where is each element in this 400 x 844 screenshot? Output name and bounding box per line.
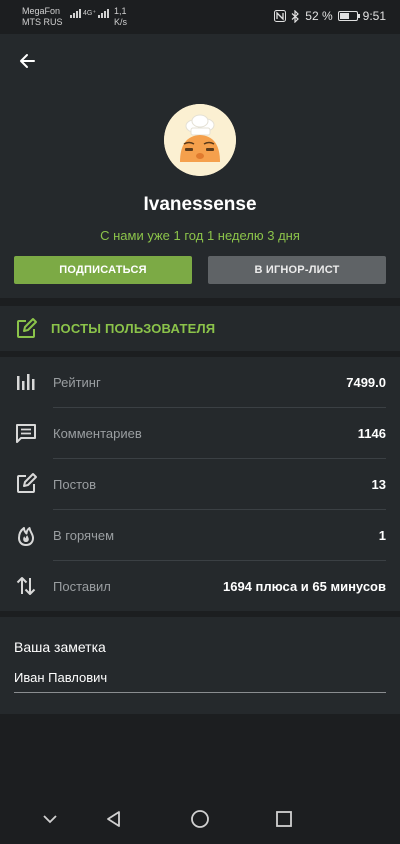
member-since: С нами уже 1 год 1 неделю 3 дня: [100, 228, 300, 243]
battery-percent: 52 %: [305, 9, 333, 23]
carrier-2: MTS RUS: [22, 17, 63, 27]
stat-value: 1694 плюса и 65 минусов: [222, 579, 386, 594]
status-icons: 52 % 9:51: [274, 9, 386, 23]
avatar: [164, 104, 236, 176]
stat-value: 7499.0: [346, 375, 386, 390]
arrow-left-icon: [20, 54, 35, 68]
carrier-info: MegaFon MTS RUS: [22, 6, 63, 28]
username: Ivanessense: [143, 194, 257, 215]
stats-list: Рейтинг 7499.0 Комментариев 1146 Постов …: [0, 357, 400, 611]
fire-icon: [18, 527, 34, 546]
stat-label: Поставил: [53, 579, 111, 594]
square-recents-icon: [276, 811, 292, 827]
stat-row-comments: Комментариев 1146: [0, 408, 400, 459]
subscribe-button[interactable]: ПОДПИСАТЬСЯ: [14, 256, 192, 284]
bluetooth-icon: [291, 9, 300, 23]
edit-icon: [17, 317, 37, 338]
swap-vertical-icon: [16, 577, 36, 595]
bar-chart-icon: [17, 374, 35, 390]
user-posts-label: ПОСТЫ ПОЛЬЗОВАТЕЛЯ: [51, 321, 216, 336]
profile-header: Ivanessense С нами уже 1 год 1 неделю 3 …: [0, 34, 400, 298]
nav-back-button[interactable]: [103, 808, 125, 830]
stat-label: В горячем: [53, 528, 115, 543]
nav-recents-button[interactable]: [273, 808, 295, 830]
stat-row-hot: В горячем 1: [0, 510, 400, 561]
network-speed-value: 1,1: [114, 6, 127, 16]
stat-value: 1: [378, 528, 386, 543]
carrier-1: MegaFon: [22, 6, 61, 16]
stat-label: Рейтинг: [53, 375, 101, 390]
network-speed-unit: K/s: [114, 17, 128, 27]
stat-value: 1146: [357, 426, 386, 441]
stat-row-rating: Рейтинг 7499.0: [0, 357, 400, 408]
network-speed: 1,1 K/s: [114, 6, 127, 28]
nav-home-button[interactable]: [189, 808, 211, 830]
back-button[interactable]: [14, 48, 40, 74]
stat-label: Комментариев: [53, 426, 142, 441]
edit-icon: [17, 473, 37, 493]
nfc-icon: [274, 10, 287, 22]
stat-label: Постов: [53, 477, 97, 492]
chevron-down-icon: [43, 815, 57, 824]
triangle-back-icon: [107, 811, 120, 827]
network-type: 4G⁺: [83, 10, 97, 17]
note-title: Ваша заметка: [14, 639, 106, 655]
stat-value: 13: [371, 477, 386, 492]
signal-icon: 4G⁺: [70, 9, 110, 18]
note-input[interactable]: Иван Павлович: [14, 663, 386, 693]
status-bar: MegaFon MTS RUS 4G⁺ 1,1 K/s 52 % 9:51: [0, 0, 400, 34]
ignore-list-button[interactable]: В ИГНОР-ЛИСТ: [208, 256, 386, 284]
stat-row-votes: Поставил 1694 плюса и 65 минусов: [0, 561, 400, 612]
chef-avatar-image: [164, 104, 236, 176]
hide-keyboard-button[interactable]: [39, 808, 61, 830]
system-nav-bar: [0, 790, 400, 844]
clock: 9:51: [362, 9, 386, 23]
battery-icon: [337, 11, 360, 21]
note-section: Ваша заметка Иван Павлович: [0, 617, 400, 714]
comment-icon: [16, 424, 36, 443]
stat-row-posts: Постов 13: [0, 459, 400, 510]
circle-home-icon: [191, 810, 209, 828]
user-posts-link[interactable]: ПОСТЫ ПОЛЬЗОВАТЕЛЯ: [0, 306, 400, 351]
